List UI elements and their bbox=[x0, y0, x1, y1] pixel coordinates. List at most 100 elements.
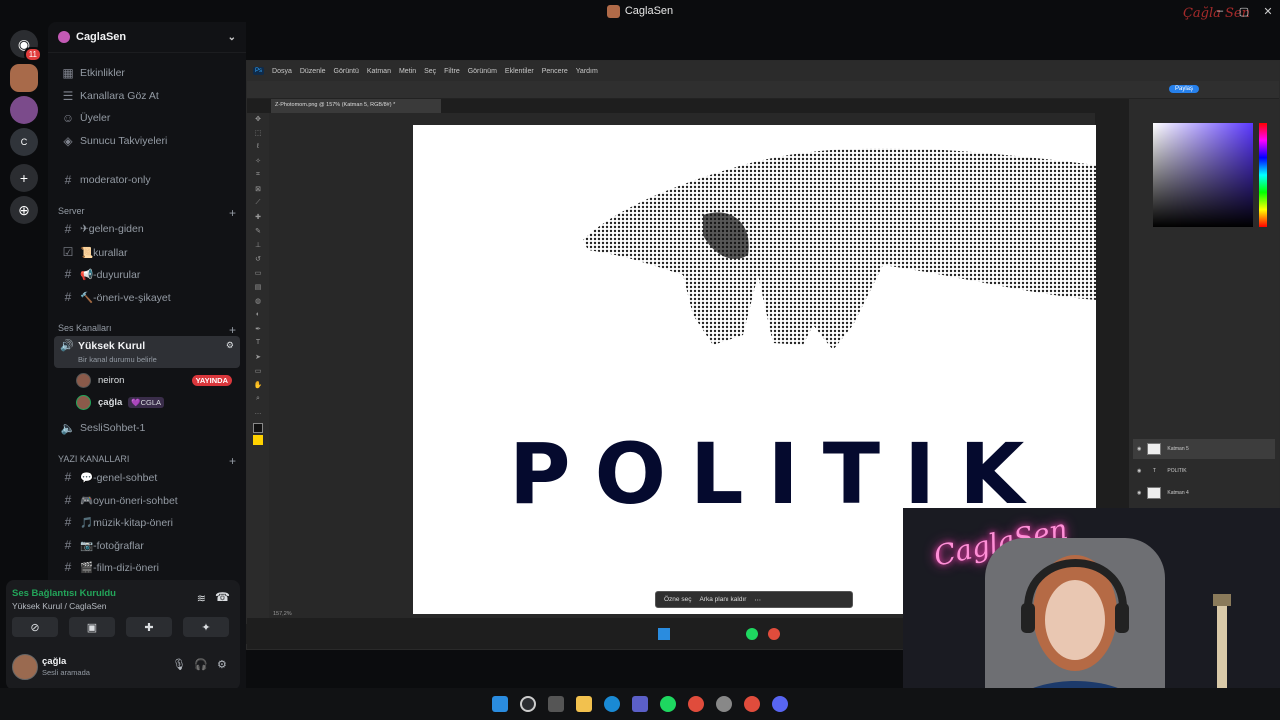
voice-channel-active[interactable]: 🔊 Yüksek Kurul Bir kanal durumu belirle … bbox=[54, 336, 240, 368]
magic-wand-icon[interactable]: ✧ bbox=[253, 157, 263, 169]
maximize-button[interactable]: ▢ bbox=[1232, 0, 1256, 22]
pen-tool-icon[interactable]: ✒ bbox=[253, 325, 263, 337]
microphone-icon[interactable]: 🎙 bbox=[172, 658, 186, 671]
spotify-icon[interactable] bbox=[660, 696, 676, 712]
category-text[interactable]: YAZI KANALLARI + bbox=[58, 454, 236, 468]
channel-duyurular[interactable]: # 📢-duyurular bbox=[54, 264, 240, 284]
channel-kurallar[interactable]: ☑ 📜kurallar bbox=[54, 242, 240, 262]
gradient-tool-icon[interactable]: ▤ bbox=[253, 283, 263, 295]
path-select-icon[interactable]: ➤ bbox=[253, 353, 263, 365]
link-browse-channels[interactable]: ☰ Kanallara Göz At bbox=[54, 86, 240, 106]
voice-channel-seslisohbet[interactable]: 🔈 SesliSohbet-1 bbox=[54, 418, 240, 438]
ps-menu-item[interactable]: Eklentiler bbox=[505, 68, 534, 75]
channel-gelen-giden[interactable]: # ✈gelen-giden bbox=[54, 219, 240, 239]
eyedropper-icon[interactable]: ⟋ bbox=[253, 199, 263, 211]
search-icon[interactable] bbox=[520, 696, 536, 712]
close-button[interactable]: ✕ bbox=[1256, 0, 1280, 22]
minimize-button[interactable]: – bbox=[1208, 0, 1232, 22]
blur-tool-icon[interactable]: ◍ bbox=[253, 297, 263, 309]
eye-icon[interactable]: ◉ bbox=[1137, 468, 1141, 474]
noise-suppression-icon[interactable]: ≋ bbox=[197, 592, 206, 605]
category-voice[interactable]: Ses Kanalları + bbox=[58, 323, 236, 337]
server-header[interactable]: CaglaSen ⌄ bbox=[48, 22, 246, 53]
voice-user-neiron[interactable]: neiron YAYINDA bbox=[76, 370, 232, 390]
headphones-icon[interactable]: 🎧 bbox=[194, 658, 208, 671]
voice-connected-channel[interactable]: Yüksek Kurul / CaglaSen bbox=[12, 601, 107, 611]
hue-slider[interactable] bbox=[1259, 123, 1267, 227]
frame-tool-icon[interactable]: ⊠ bbox=[253, 185, 263, 197]
channel-muzik-kitap[interactable]: # 🎵müzik-kitap-öneri bbox=[54, 512, 240, 532]
edge-icon[interactable] bbox=[604, 696, 620, 712]
color-picker-field[interactable] bbox=[1153, 123, 1253, 227]
foreground-color-swatch[interactable] bbox=[253, 423, 263, 433]
eye-icon[interactable]: ◉ bbox=[1137, 446, 1141, 452]
voice-connected-status[interactable]: Ses Bağlantısı Kuruldu bbox=[12, 588, 116, 599]
user-settings-icon[interactable]: ⚙ bbox=[217, 658, 227, 671]
ps-menu-item[interactable]: Görünüm bbox=[468, 68, 497, 75]
ps-menu-item[interactable]: Dosya bbox=[272, 68, 292, 75]
voice-user-cagla[interactable]: çağla 💜CGLA bbox=[76, 392, 232, 412]
link-members[interactable]: ☺ Üyeler bbox=[54, 108, 240, 128]
chrome-profile-icon[interactable] bbox=[744, 696, 760, 712]
eraser-tool-icon[interactable]: ▭ bbox=[253, 269, 263, 281]
eye-icon[interactable]: ◉ bbox=[1137, 490, 1141, 496]
link-events[interactable]: ▦ Etkinlikler bbox=[54, 63, 240, 83]
server-icon-3[interactable]: C bbox=[10, 128, 38, 156]
hand-tool-icon[interactable]: ✋ bbox=[253, 381, 263, 393]
crop-tool-icon[interactable]: ⌗ bbox=[253, 171, 263, 183]
ps-menu-item[interactable]: Pencere bbox=[542, 68, 568, 75]
user-avatar[interactable] bbox=[12, 654, 38, 680]
channel-moderator-only[interactable]: # moderator-only bbox=[54, 170, 240, 190]
channel-settings-icon[interactable]: ⚙ bbox=[226, 340, 234, 351]
category-server[interactable]: Server + bbox=[58, 206, 236, 220]
marquee-tool-icon[interactable]: ⬚ bbox=[253, 129, 263, 141]
voice-status-text[interactable]: Bir kanal durumu belirle bbox=[78, 355, 157, 364]
healing-brush-icon[interactable]: ✚ bbox=[253, 213, 263, 225]
settings-icon[interactable] bbox=[716, 696, 732, 712]
activities-button[interactable]: ✚ bbox=[126, 617, 172, 637]
discord-icon[interactable] bbox=[772, 696, 788, 712]
server-icon-caglasen[interactable] bbox=[10, 64, 38, 92]
ps-share-button[interactable]: Paylaş bbox=[1168, 85, 1199, 93]
screen-share-button[interactable]: ▣ bbox=[69, 617, 115, 637]
ps-menu-item[interactable]: Düzenle bbox=[300, 68, 326, 75]
lasso-tool-icon[interactable]: ℓ bbox=[253, 143, 263, 155]
ps-menu-item[interactable]: Katman bbox=[367, 68, 391, 75]
add-server-button[interactable]: + bbox=[10, 164, 38, 192]
ps-menu-item[interactable]: Görüntü bbox=[334, 68, 359, 75]
move-tool-icon[interactable]: ✥ bbox=[253, 115, 263, 127]
background-color-swatch[interactable] bbox=[253, 435, 263, 445]
channel-fotograflar[interactable]: # 📷-fotoğraflar bbox=[54, 535, 240, 555]
channel-oyun-oneri[interactable]: # 🎮oyun-öneri-sohbet bbox=[54, 490, 240, 510]
discover-button[interactable]: ⊕ bbox=[10, 196, 38, 224]
direct-messages-button[interactable]: ◉ 11 bbox=[10, 30, 42, 62]
add-channel-icon[interactable]: + bbox=[229, 454, 236, 468]
windows-start-button[interactable] bbox=[492, 696, 508, 712]
add-channel-icon[interactable]: + bbox=[229, 323, 236, 337]
task-view-icon[interactable] bbox=[548, 696, 564, 712]
select-subject-button[interactable]: Özne seç bbox=[664, 596, 691, 603]
camera-off-button[interactable]: ⊘ bbox=[12, 617, 58, 637]
layer-row[interactable]: ◉ T POLITIK bbox=[1133, 461, 1275, 481]
more-options-icon[interactable]: ⋯ bbox=[754, 596, 761, 604]
channel-film-dizi[interactable]: # 🎬-film-dizi-öneri bbox=[54, 557, 240, 577]
channel-genel-sohbet[interactable]: # 💬-genel-sohbet bbox=[54, 467, 240, 487]
ps-zoom-level[interactable]: 157,2% bbox=[273, 611, 292, 617]
type-tool-icon[interactable]: T bbox=[253, 339, 263, 351]
ps-menu-item[interactable]: Metin bbox=[399, 68, 416, 75]
add-channel-icon[interactable]: + bbox=[229, 206, 236, 220]
ps-menu-item[interactable]: Seç bbox=[424, 68, 436, 75]
ps-document-tab[interactable]: Z-Photomom.png @ 157% (Katman 5, RGB/8#)… bbox=[271, 99, 441, 113]
channel-oneri-sikayet[interactable]: # 🔨-öneri-ve-şikayet bbox=[54, 287, 240, 307]
server-icon-2[interactable] bbox=[10, 96, 38, 124]
file-explorer-icon[interactable] bbox=[576, 696, 592, 712]
teams-icon[interactable] bbox=[632, 696, 648, 712]
stamp-tool-icon[interactable]: ⊥ bbox=[253, 241, 263, 253]
dodge-tool-icon[interactable]: ◐ bbox=[253, 311, 263, 323]
chrome-icon[interactable] bbox=[688, 696, 704, 712]
more-tools-icon[interactable]: … bbox=[253, 409, 263, 421]
brush-tool-icon[interactable]: ✎ bbox=[253, 227, 263, 239]
layer-row[interactable]: ◉ Katman 4 bbox=[1133, 483, 1275, 503]
zoom-tool-icon[interactable]: ⌕ bbox=[253, 395, 263, 407]
ps-menu-item[interactable]: Filtre bbox=[444, 68, 460, 75]
